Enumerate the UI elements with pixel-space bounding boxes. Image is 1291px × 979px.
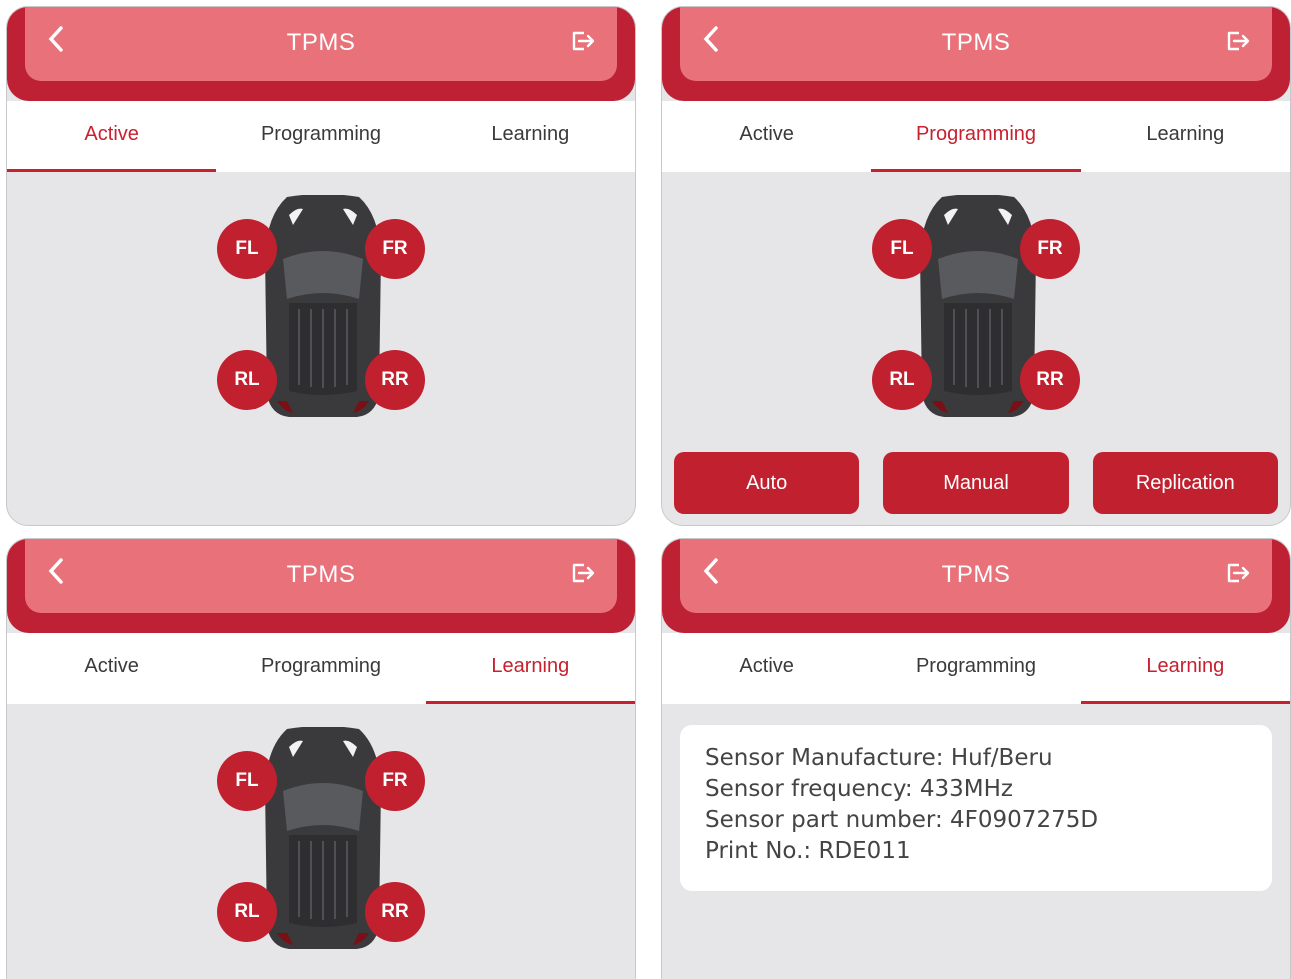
print-number: Print No.: RDE011	[705, 838, 911, 864]
page-title: TPMS	[286, 561, 356, 588]
header-inner: TPMS	[680, 539, 1272, 613]
wheel-rr[interactable]: RR	[365, 882, 425, 942]
tab-learning[interactable]: Learning	[425, 633, 635, 704]
exit-icon	[572, 31, 595, 51]
tab-programming[interactable]: Programming	[871, 101, 1081, 172]
wheel-rl[interactable]: RL	[217, 350, 277, 410]
wheel-rl[interactable]: RL	[872, 350, 932, 410]
header-bar: TPMS	[662, 7, 1290, 101]
wheel-rl[interactable]: RL	[217, 882, 277, 942]
tpms-panel-learning: TPMS Active Programming Learning FL FR R…	[6, 538, 636, 979]
exit-button[interactable]	[569, 559, 597, 587]
wheel-rr[interactable]: RR	[365, 350, 425, 410]
wheel-fl[interactable]: FL	[872, 219, 932, 279]
tab-programming[interactable]: Programming	[871, 633, 1080, 704]
tpms-panel-programming: TPMS Active Programming Learning FL FR R…	[661, 6, 1291, 526]
header-bar: TPMS	[7, 539, 635, 633]
wheel-rr[interactable]: RR	[1020, 350, 1080, 410]
sensor-info-card: Sensor Manufacture: Huf/Beru Sensor freq…	[680, 725, 1272, 891]
exit-button[interactable]	[1224, 559, 1252, 587]
programming-actions: Auto Manual Replication	[674, 452, 1278, 514]
tab-learning[interactable]: Learning	[1080, 633, 1290, 704]
tpms-panel-active: TPMS Active Programming Learning FL FR R…	[6, 6, 636, 526]
replication-button[interactable]: Replication	[1092, 452, 1278, 514]
tab-active[interactable]: Active	[7, 633, 216, 704]
tab-bar: Active Programming Learning	[7, 101, 635, 172]
header-inner: TPMS	[25, 7, 617, 81]
tab-bar: Active Programming Learning	[7, 633, 635, 704]
header-inner: TPMS	[680, 7, 1272, 81]
manual-button[interactable]: Manual	[883, 452, 1069, 514]
wheel-fl[interactable]: FL	[217, 219, 277, 279]
exit-button[interactable]	[1224, 27, 1252, 55]
tpms-panel-learning-info: TPMS Active Programming Learning Sensor …	[661, 538, 1291, 979]
car-diagram: FL FR RL RR	[872, 195, 1084, 419]
page-title: TPMS	[286, 29, 356, 56]
page-title: TPMS	[941, 29, 1011, 56]
tab-programming[interactable]: Programming	[216, 633, 425, 704]
exit-icon	[572, 563, 595, 583]
car-diagram: FL FR RL RR	[217, 727, 429, 951]
tab-learning[interactable]: Learning	[1081, 101, 1290, 172]
wheel-fr[interactable]: FR	[1020, 219, 1080, 279]
sensor-part-number: Sensor part number: 4F0907275D	[705, 807, 1099, 833]
wheel-fr[interactable]: FR	[365, 219, 425, 279]
car-diagram: FL FR RL RR	[217, 195, 429, 419]
wheel-fl[interactable]: FL	[217, 751, 277, 811]
auto-button[interactable]: Auto	[674, 452, 860, 514]
page-title: TPMS	[941, 561, 1011, 588]
exit-icon	[1227, 31, 1250, 51]
exit-icon	[1227, 563, 1250, 583]
wheel-fr[interactable]: FR	[365, 751, 425, 811]
tab-active[interactable]: Active	[7, 101, 217, 172]
sensor-frequency: Sensor frequency: 433MHz	[705, 776, 1014, 802]
tab-programming[interactable]: Programming	[216, 101, 425, 172]
tab-bar: Active Programming Learning	[662, 101, 1290, 172]
header-bar: TPMS	[662, 539, 1290, 633]
tab-active[interactable]: Active	[662, 101, 871, 172]
tab-active[interactable]: Active	[662, 633, 871, 704]
exit-button[interactable]	[569, 27, 597, 55]
sensor-manufacture: Sensor Manufacture: Huf/Beru	[705, 745, 1053, 771]
header-inner: TPMS	[25, 539, 617, 613]
header-bar: TPMS	[7, 7, 635, 101]
tab-bar: Active Programming Learning	[662, 633, 1290, 704]
tab-learning[interactable]: Learning	[426, 101, 635, 172]
